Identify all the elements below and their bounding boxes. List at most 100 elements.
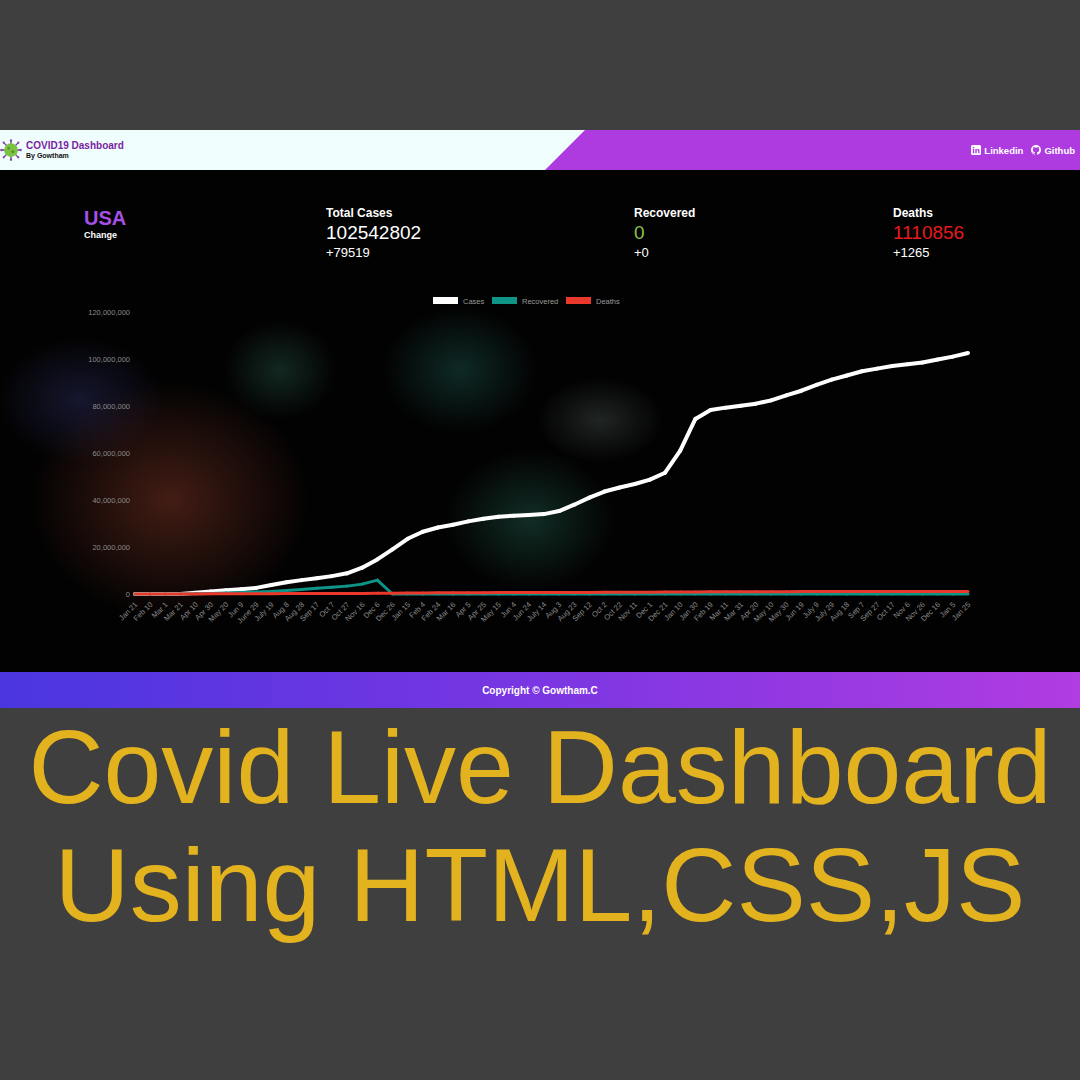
- series-segment: [271, 582, 286, 585]
- series-segment: [332, 573, 347, 576]
- series-segment: [408, 593, 423, 596]
- series-segment: [559, 593, 574, 596]
- brand-title: COVID19 Dashboard: [26, 140, 124, 152]
- series-segment: [620, 591, 635, 594]
- series-segment: [680, 590, 695, 593]
- series-segment: [347, 592, 362, 595]
- social-link-label: Github: [1044, 145, 1075, 156]
- series-segment: [256, 585, 271, 588]
- series-segment: [938, 590, 953, 593]
- series-segment: [453, 521, 468, 524]
- series-segment: [347, 584, 362, 586]
- series-segment: [392, 539, 407, 550]
- series-segment: [180, 593, 195, 594]
- series-segment: [832, 593, 847, 596]
- legend-item[interactable]: Recovered: [492, 297, 558, 306]
- series-segment: [635, 480, 650, 484]
- series-segment: [786, 590, 801, 593]
- x-tick: Jan 25: [950, 600, 972, 622]
- series-segment: [620, 593, 635, 596]
- series-segment: [226, 587, 241, 592]
- stat-label: Recovered: [634, 206, 893, 220]
- series-segment: [453, 591, 468, 594]
- social-link[interactable]: Github: [1031, 145, 1075, 156]
- series-segment: [317, 587, 332, 588]
- series-segment: [847, 590, 862, 593]
- series-segment: [817, 590, 832, 593]
- stat-card: Recovered 0 +0: [634, 206, 893, 261]
- series-line: [135, 580, 968, 594]
- series-segment: [817, 593, 832, 596]
- legend-item[interactable]: Deaths: [566, 297, 620, 306]
- series-segment: [377, 549, 392, 559]
- legend-swatch: [566, 297, 591, 304]
- series-segment: [650, 591, 665, 594]
- social-link[interactable]: Linkedin: [971, 145, 1023, 156]
- series-segment: [544, 591, 559, 594]
- stat-delta: +0: [634, 245, 893, 261]
- series-segment: [589, 593, 604, 596]
- series-segment: [892, 364, 907, 366]
- series-segment: [302, 588, 317, 589]
- series-segment: [907, 363, 922, 365]
- series-segment: [726, 593, 741, 596]
- series-segment: [923, 593, 938, 596]
- y-tick: 60,000,000: [92, 449, 130, 458]
- series-segment: [711, 590, 726, 593]
- page: COVID19 Dashboard By Gowtham Linkedin Gi…: [0, 0, 1080, 1080]
- series-segment: [483, 517, 498, 519]
- series-segment: [226, 592, 241, 595]
- legend-item[interactable]: Cases: [433, 297, 485, 306]
- series-segment: [680, 419, 695, 451]
- series-segment: [211, 591, 226, 594]
- caption-line: Using HTML,CSS,JS: [55, 826, 1026, 944]
- change-link[interactable]: Change: [84, 230, 326, 240]
- series-segment: [241, 592, 256, 595]
- series-segment: [695, 410, 710, 419]
- series-segment: [514, 593, 529, 596]
- series-segment: [817, 380, 832, 385]
- dashboard-screenshot: COVID19 Dashboard By Gowtham Linkedin Gi…: [0, 130, 1080, 708]
- series-segment: [408, 591, 423, 594]
- series-segment: [317, 576, 332, 578]
- brand-subtitle: By Gowtham: [26, 152, 124, 160]
- summary: USA Change Total Cases 102542802 +79519R…: [0, 206, 1080, 261]
- series-segment: [741, 590, 756, 593]
- series-segment: [771, 590, 786, 593]
- series-segment: [514, 591, 529, 594]
- y-tick: 0: [126, 590, 130, 599]
- virus-logo-icon: [0, 139, 22, 161]
- copyright: Copyright © Gowtham.C: [482, 685, 598, 696]
- series-segment: [347, 568, 362, 574]
- series-segment: [392, 593, 407, 596]
- series-segment: [529, 512, 544, 517]
- series-segment: [498, 591, 513, 594]
- series-segment: [165, 593, 180, 596]
- github-icon: [1031, 145, 1041, 155]
- series-segment: [559, 591, 574, 594]
- stat-value: 102542802: [326, 220, 634, 245]
- main-panel: USA Change Total Cases 102542802 +79519R…: [0, 170, 1080, 672]
- series-segment: [923, 590, 938, 593]
- series-segment: [953, 593, 968, 596]
- country: USA Change: [84, 206, 326, 261]
- series-segment: [135, 593, 150, 596]
- series-segment: [741, 593, 756, 596]
- line-chart: CasesRecoveredDeaths020,000,00040,000,00…: [0, 261, 1080, 661]
- series-segment: [362, 580, 377, 584]
- stat-card: Deaths 1110856 +1265: [893, 206, 1080, 261]
- series-segment: [377, 580, 392, 594]
- series-segment: [605, 593, 620, 596]
- series-segment: [695, 590, 710, 593]
- legend-swatch: [492, 297, 517, 304]
- series-segment: [211, 590, 226, 591]
- series-segment: [786, 391, 801, 396]
- series-segment: [635, 593, 650, 596]
- series-line: [135, 353, 968, 594]
- series-segment: [620, 484, 635, 488]
- country-name: USA: [84, 206, 326, 230]
- footer: Copyright © Gowtham.C: [0, 672, 1080, 708]
- legend-label: Recovered: [522, 297, 558, 306]
- series-segment: [362, 559, 377, 567]
- brand[interactable]: COVID19 Dashboard By Gowtham: [26, 140, 124, 160]
